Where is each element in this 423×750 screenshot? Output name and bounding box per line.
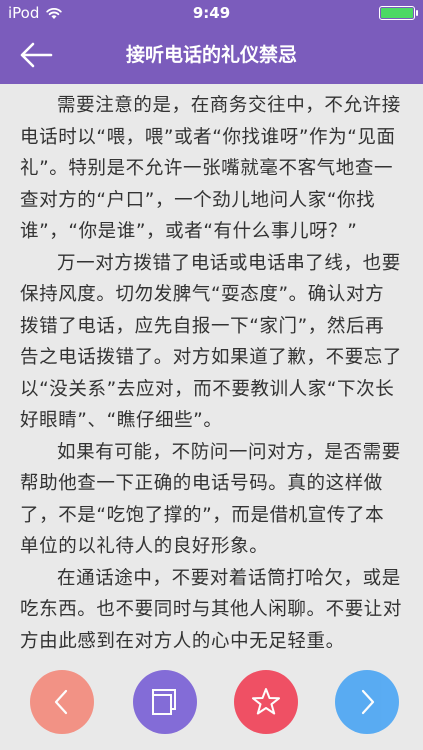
status-bar: iPod 9:49 — [0, 0, 423, 26]
carrier-label: iPod — [8, 4, 40, 22]
article-content[interactable]: 需要注意的是，在商务交往中，不允许接电话时以“喂，喂”或者“你找谁呀”作为“见面… — [0, 84, 423, 750]
favorite-button[interactable] — [234, 670, 298, 734]
chevron-left-icon — [54, 689, 68, 715]
article-paragraph: 万一对方拨错了电话或电话串了线，也要保持风度。切勿发脾气“耍态度”。确认对方拨错… — [20, 252, 403, 432]
catalog-button[interactable] — [133, 670, 197, 734]
article-paragraph: 在通话途中，不要对着话筒打哈欠，或是吃东西。也不要同时与其他人闲聊。不要让对方由… — [20, 567, 403, 652]
battery-icon — [379, 6, 418, 20]
next-article-button[interactable] — [335, 670, 399, 734]
wifi-icon — [46, 7, 63, 19]
nav-bar: 接听电话的礼仪禁忌 — [0, 26, 423, 84]
page-title: 接听电话的礼仪禁忌 — [125, 44, 297, 66]
battery-level — [381, 8, 413, 18]
article-paragraph: 如果有可能，不防问一问对方，是否需要帮助他查一下正确的电话号码。真的这样做了，不… — [20, 441, 401, 558]
status-left: iPod — [8, 4, 63, 22]
previous-article-button[interactable] — [30, 670, 94, 734]
chevron-right-icon — [361, 689, 375, 715]
status-time: 9:49 — [192, 4, 231, 22]
article-paragraph: 需要注意的是，在商务交往中，不允许接电话时以“喂，喂”或者“你找谁呀”作为“见面… — [20, 95, 401, 242]
star-icon — [252, 688, 280, 715]
stacked-pages-icon — [152, 689, 176, 715]
